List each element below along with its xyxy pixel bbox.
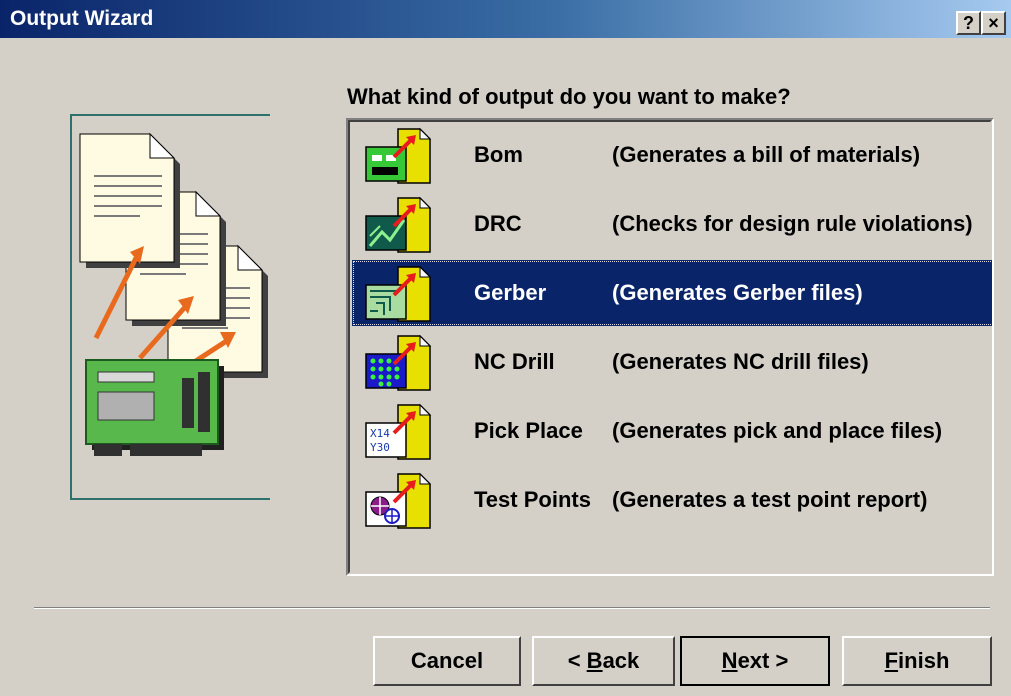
- output-name: DRC: [474, 211, 522, 236]
- output-type-list[interactable]: Bom (Generates a bill of materials) DRC …: [346, 118, 994, 576]
- svg-text:X14: X14: [370, 427, 390, 440]
- close-button[interactable]: ×: [981, 11, 1006, 35]
- output-name: Gerber: [474, 280, 547, 305]
- output-type-list-frame: Bom (Generates a bill of materials) DRC …: [348, 120, 992, 574]
- button-separator: [34, 607, 990, 609]
- pick-place-icon: X14 Y30: [365, 403, 432, 460]
- wizard-illustration: [79, 132, 268, 456]
- output-description: (Checks for design rule violations): [612, 211, 973, 236]
- nc-drill-icon: [365, 334, 432, 391]
- back-mnemonic: B: [586, 648, 603, 673]
- finish-mnemonic: F: [884, 648, 899, 673]
- document-icon: [79, 132, 180, 268]
- drc-icon: [365, 196, 432, 253]
- list-item-bom[interactable]: Bom (Generates a bill of materials): [352, 122, 992, 188]
- back-button[interactable]: < Back: [532, 636, 675, 686]
- output-name: Test Points: [474, 487, 591, 512]
- list-item-test-points[interactable]: Test Points (Generates a test point repo…: [352, 467, 992, 533]
- output-description: (Generates Gerber files): [612, 280, 863, 305]
- back-label-rest: ack: [602, 648, 640, 673]
- bom-icon: [365, 127, 432, 184]
- output-name: Bom: [474, 142, 523, 167]
- cancel-label: Cancel: [410, 648, 484, 673]
- output-description: (Generates NC drill files): [612, 349, 869, 374]
- next-mnemonic: N: [721, 648, 738, 673]
- window-title: Output Wizard: [10, 7, 154, 30]
- output-kind-prompt: What kind of output do you want to make?: [347, 84, 791, 109]
- output-description: (Generates pick and place files): [612, 418, 943, 443]
- back-prefix: <: [567, 648, 587, 673]
- list-item-pick-place[interactable]: X14 Y30 Pick Place (Generates pick and p…: [352, 398, 992, 464]
- output-name: Pick Place: [474, 418, 583, 443]
- output-description: (Generates a bill of materials): [612, 142, 921, 167]
- output-description: (Generates a test point report): [612, 487, 928, 512]
- finish-button[interactable]: Finish: [842, 636, 992, 686]
- gerber-icon: [365, 265, 432, 322]
- list-item-drc[interactable]: DRC (Checks for design rule violations): [352, 191, 992, 257]
- next-label-rest: ext >: [737, 648, 789, 673]
- list-item-gerber[interactable]: Gerber (Generates Gerber files): [352, 260, 992, 326]
- cancel-button[interactable]: Cancel: [373, 636, 521, 686]
- next-button[interactable]: Next >: [680, 636, 830, 686]
- help-button[interactable]: ?: [956, 11, 981, 35]
- title-bar[interactable]: Output Wizard ? ×: [0, 0, 1011, 38]
- list-item-nc-drill[interactable]: NC Drill (Generates NC drill files): [352, 329, 992, 395]
- circuit-board-icon: [85, 359, 224, 456]
- finish-label-rest: inish: [898, 648, 950, 673]
- output-name: NC Drill: [474, 349, 555, 374]
- svg-text:Y30: Y30: [370, 441, 390, 454]
- test-points-icon: [365, 472, 432, 529]
